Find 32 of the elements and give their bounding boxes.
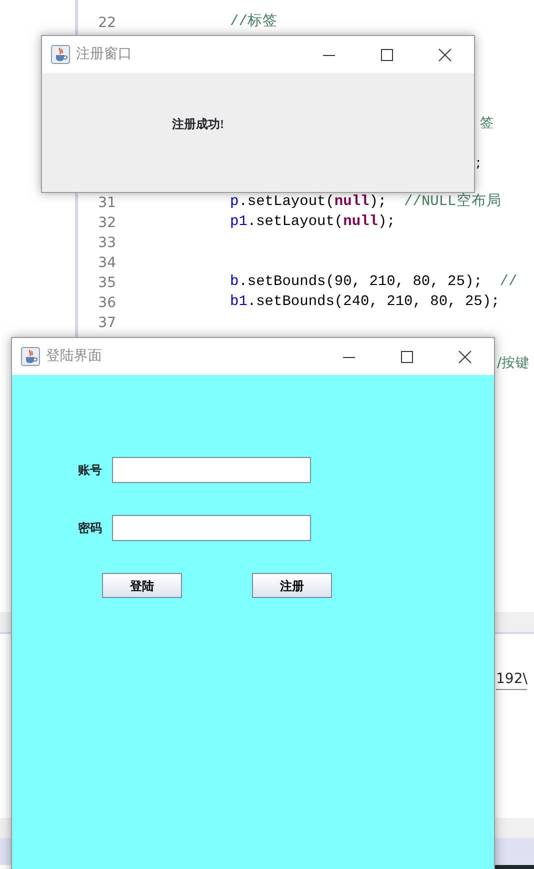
java-cup-icon [51,45,70,64]
input-field[interactable] [112,457,311,483]
code-line: b1.setBounds(240, 210, 80, 25); [230,293,500,312]
line-number: 22 [97,14,116,32]
line-number: 33 [97,234,116,252]
field-label: 账号 [77,462,103,479]
maximize-icon[interactable] [400,350,414,364]
window-title: 登陆界面 [46,347,102,366]
line-number: 34 [97,254,116,272]
window-title: 注册窗口 [76,45,132,64]
code-fragment: /按键 [497,354,530,373]
message-text: 注册成功! [172,116,224,133]
maximize-icon[interactable] [380,48,394,62]
code-line: p.setLayout(null); //NULL空布局 [230,192,502,212]
push-button[interactable]: 注册 [252,573,332,598]
line-number: 32 [97,214,116,232]
console-path-text: 192\ [496,669,528,690]
line-number: 36 [97,294,116,312]
push-button[interactable]: 登陆 [102,573,182,598]
field-label: 密码 [77,520,103,537]
java-cup-icon [21,347,40,366]
code-fragment: ; [476,154,481,173]
input-field[interactable] [112,515,311,541]
line-number: 31 [97,194,116,212]
line-number: 35 [97,274,116,292]
line-number: 37 [97,314,116,332]
close-icon[interactable] [438,48,452,62]
close-icon[interactable] [458,350,472,364]
code-line: p1.setLayout(null); [230,213,396,232]
code-line: b.setBounds(90, 210, 80, 25); // [230,273,518,292]
code-line: //标签 [230,12,278,32]
code-fragment: 签 [480,114,494,133]
